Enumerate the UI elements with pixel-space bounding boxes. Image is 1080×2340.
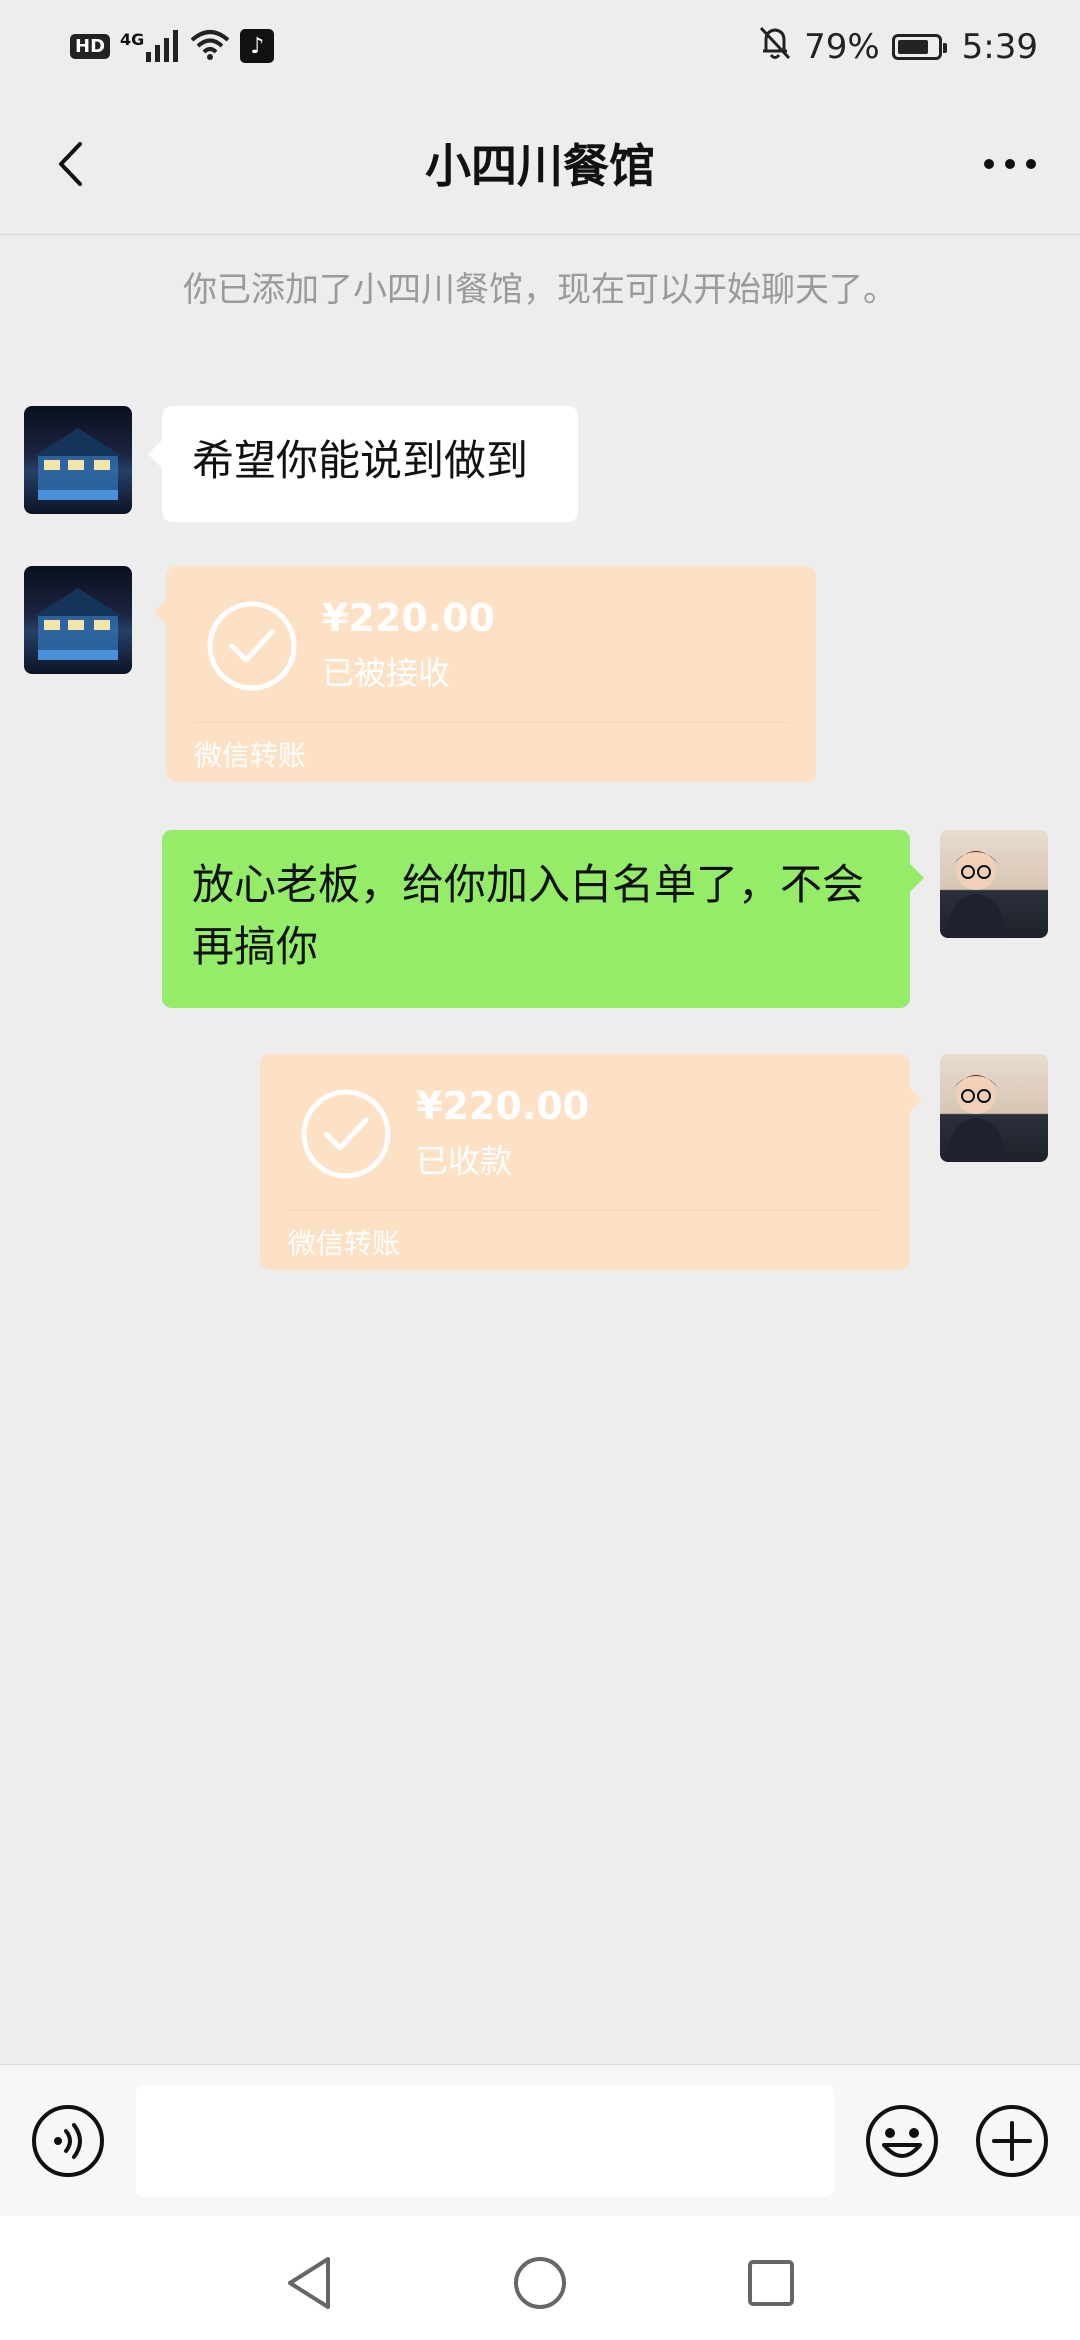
- emoji-icon: [866, 2105, 938, 2177]
- divider: [194, 722, 788, 723]
- self-avatar[interactable]: [940, 1054, 1048, 1162]
- message-text: 放心老板，给你加入白名单了，不会再搞你: [192, 860, 865, 971]
- contact-avatar[interactable]: [24, 566, 132, 674]
- check-circle-icon: [301, 1089, 391, 1179]
- nav-back-button[interactable]: [274, 2248, 344, 2318]
- message-bubble-incoming[interactable]: 希望你能说到做到: [148, 406, 578, 522]
- nav-recents-button[interactable]: [736, 2248, 806, 2318]
- hd-icon: HD: [70, 33, 111, 59]
- nav-recents-icon: [748, 2260, 794, 2306]
- more-button[interactable]: [970, 136, 1050, 192]
- mute-bell-icon: [758, 25, 792, 70]
- wifi-icon: [190, 28, 230, 64]
- check-circle-icon: [207, 601, 297, 691]
- message-input[interactable]: [136, 2085, 834, 2197]
- battery-percent: 79%: [804, 27, 880, 67]
- battery-level: [897, 40, 928, 54]
- transfer-label: 微信转账: [288, 1227, 401, 1260]
- system-message: 你已添加了小四川餐馆，现在可以开始聊天了。: [183, 270, 897, 310]
- nav-back-icon: [288, 2257, 330, 2309]
- voice-button[interactable]: [30, 2103, 106, 2179]
- system-nav-bar: [0, 2216, 1080, 2340]
- plus-icon: [976, 2105, 1048, 2177]
- self-avatar[interactable]: [940, 830, 1048, 938]
- message-text: 希望你能说到做到: [192, 436, 529, 485]
- transfer-card-incoming[interactable]: ¥220.00 已被接收 微信转账: [154, 566, 816, 782]
- transfer-status: 已收款: [416, 1142, 513, 1180]
- chat-header: 小四川餐馆: [0, 92, 1080, 235]
- tiktok-icon: ♪: [240, 29, 275, 63]
- divider: [288, 1210, 882, 1211]
- transfer-amount: ¥220.00: [416, 1084, 590, 1128]
- more-dots-icon: [984, 159, 1036, 169]
- clock: 5:39: [961, 27, 1038, 67]
- signal-label: 4G: [120, 30, 145, 49]
- transfer-status: 已被接收: [322, 654, 451, 692]
- message-bubble-outgoing[interactable]: 放心老板，给你加入白名单了，不会再搞你: [162, 830, 924, 1008]
- plus-button[interactable]: [974, 2103, 1050, 2179]
- battery-icon: [891, 34, 947, 60]
- emoji-button[interactable]: [864, 2103, 940, 2179]
- input-bar: [0, 2064, 1080, 2217]
- nav-home-icon: [514, 2257, 566, 2309]
- status-bar: HD 4G ♪ 79% 5:39: [0, 0, 1080, 92]
- nav-home-button[interactable]: [505, 2248, 575, 2318]
- transfer-amount: ¥220.00: [322, 596, 496, 640]
- transfer-card-outgoing[interactable]: ¥220.00 已收款 微信转账: [260, 1054, 922, 1270]
- chat-title: 小四川餐馆: [425, 139, 655, 193]
- transfer-label: 微信转账: [194, 739, 307, 772]
- voice-icon: [32, 2105, 104, 2177]
- contact-avatar[interactable]: [24, 406, 132, 514]
- signal-icon: 4G: [120, 30, 180, 62]
